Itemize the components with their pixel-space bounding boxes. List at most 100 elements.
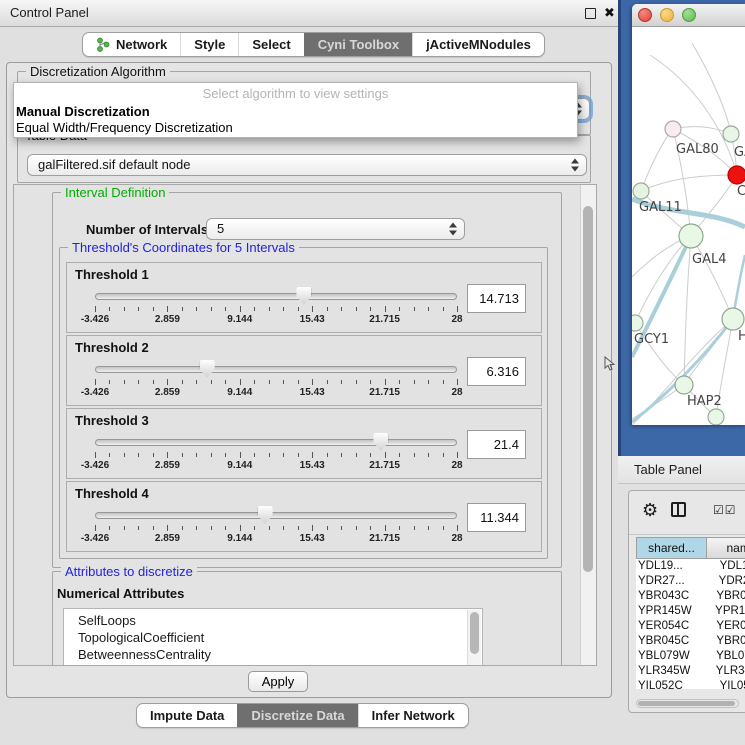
network-window: GAL80GACGAL11GAL4HGCY1HAP2 bbox=[632, 4, 745, 425]
threshold-value-field[interactable]: 6.316 bbox=[467, 357, 526, 386]
tick-label: 9.144 bbox=[210, 460, 270, 471]
cell-shared-name[interactable]: YER054C bbox=[636, 619, 707, 634]
table-row[interactable]: YER054CYER054C bbox=[636, 619, 745, 634]
table-row[interactable]: YDL19...YDL19... bbox=[636, 559, 745, 574]
close-traffic-light-icon[interactable] bbox=[638, 8, 652, 22]
cell-name[interactable]: YBR043C bbox=[707, 589, 745, 604]
tab-jactivemnodules[interactable]: jActiveMNodules bbox=[412, 33, 544, 56]
interval-definition-group-title: Interval Definition bbox=[61, 185, 169, 200]
table-row[interactable]: YDR27...YDR27... bbox=[636, 574, 745, 589]
algorithm-option-equal-width[interactable]: Equal Width/Frequency Discretization bbox=[16, 120, 233, 135]
threshold-slider-thumb[interactable] bbox=[200, 360, 215, 378]
select-columns-checkboxes-icon[interactable]: ☑☑ bbox=[713, 503, 737, 517]
network-node[interactable] bbox=[708, 409, 724, 425]
algorithm-option-manual[interactable]: Manual Discretization bbox=[16, 104, 150, 119]
cyni-toolbox-page: Discretization Algorithm Table Data galF… bbox=[6, 62, 612, 698]
threshold-slider-track[interactable] bbox=[95, 366, 457, 373]
tick-label: 28 bbox=[427, 387, 487, 398]
table-row[interactable]: YPR145WYPR145W bbox=[636, 604, 745, 619]
threshold-slider-track[interactable] bbox=[95, 512, 457, 519]
table-row[interactable]: YBR043CYBR043C bbox=[636, 589, 745, 604]
threshold-slider-thumb[interactable] bbox=[373, 433, 388, 451]
tab-impute-data[interactable]: Impute Data bbox=[137, 704, 237, 727]
table-row[interactable]: YBL079WYBL079W bbox=[636, 649, 745, 664]
network-node-label: GCY1 bbox=[634, 332, 669, 347]
close-icon[interactable]: ✖ bbox=[604, 4, 615, 22]
attribute-item[interactable]: BetweennessCentrality bbox=[64, 646, 482, 663]
columns-icon[interactable] bbox=[671, 502, 686, 517]
threshold-slider-track[interactable] bbox=[95, 439, 457, 446]
attributes-list-scrollbar[interactable] bbox=[467, 610, 481, 666]
threshold-slider-thumb[interactable] bbox=[296, 287, 311, 305]
table-row[interactable]: YLR345WYLR345W bbox=[636, 664, 745, 679]
attributes-group-title: Attributes to discretize bbox=[61, 564, 197, 579]
tick-label: -3.426 bbox=[65, 533, 125, 544]
cell-name[interactable]: YLR345W bbox=[707, 664, 745, 679]
table-body[interactable]: YDL19...YDL19...YDR27...YDR27...YBR043CY… bbox=[636, 559, 745, 689]
threshold-value-field[interactable]: 21.4 bbox=[467, 430, 526, 459]
network-node[interactable] bbox=[675, 376, 693, 394]
gear-icon[interactable]: ⚙ bbox=[642, 500, 658, 520]
network-node[interactable] bbox=[728, 166, 745, 184]
cell-shared-name[interactable]: YIL052C bbox=[636, 679, 707, 689]
table-data-combobox-value: galFiltered.sif default node bbox=[38, 157, 190, 172]
cell-name[interactable]: YDL19... bbox=[707, 559, 745, 574]
tick-label: 21.715 bbox=[355, 387, 415, 398]
cell-name[interactable]: YBR045C bbox=[707, 634, 745, 649]
network-node-label: C bbox=[737, 184, 745, 199]
tick-label: 21.715 bbox=[355, 314, 415, 325]
attribute-item[interactable]: TopologicalCoefficient bbox=[64, 629, 482, 646]
attribute-item[interactable]: SelfLoops bbox=[64, 612, 482, 629]
tab-label: Network bbox=[116, 37, 167, 52]
threshold-label: Threshold 4 bbox=[75, 486, 149, 501]
tab-select[interactable]: Select bbox=[238, 33, 303, 56]
numerical-attributes-list[interactable]: SelfLoopsTopologicalCoefficientBetweenne… bbox=[63, 608, 483, 666]
cell-shared-name[interactable]: YBR045C bbox=[636, 634, 707, 649]
tab-style[interactable]: Style bbox=[180, 33, 238, 56]
network-node[interactable] bbox=[632, 315, 643, 331]
threshold-slider-thumb[interactable] bbox=[258, 506, 273, 524]
settings-vertical-scrollbar[interactable] bbox=[580, 185, 596, 665]
cell-shared-name[interactable]: YDL19... bbox=[636, 559, 707, 574]
network-node[interactable] bbox=[633, 183, 649, 199]
network-node[interactable] bbox=[665, 121, 681, 137]
cell-name[interactable]: YDR27... bbox=[707, 574, 745, 589]
table-row[interactable]: YIL052CYIL052C bbox=[636, 679, 745, 689]
tab-cyni-toolbox[interactable]: Cyni Toolbox bbox=[304, 33, 412, 56]
threshold-value-field[interactable]: 14.713 bbox=[467, 284, 526, 313]
cell-name[interactable]: YER054C bbox=[707, 619, 745, 634]
apply-button[interactable]: Apply bbox=[248, 671, 308, 692]
tick-label: 2.859 bbox=[137, 314, 197, 325]
zoom-traffic-light-icon[interactable] bbox=[682, 8, 696, 22]
threshold-panel: Threshold 3 -3.4262.8599.14415.4321.7152… bbox=[66, 408, 542, 479]
table-data-group: Table Data galFiltered.sif default node bbox=[17, 135, 591, 183]
network-node[interactable] bbox=[722, 308, 744, 330]
tab-network[interactable]: Network bbox=[83, 33, 180, 56]
cell-shared-name[interactable]: YDR27... bbox=[636, 574, 707, 589]
network-node[interactable] bbox=[679, 224, 703, 248]
threshold-panel: Threshold 1 -3.4262.8599.14415.4321.7152… bbox=[66, 262, 542, 333]
tick-label: 2.859 bbox=[137, 460, 197, 471]
threshold-slider-track[interactable] bbox=[95, 293, 457, 300]
table-data-combobox[interactable]: galFiltered.sif default node bbox=[27, 154, 587, 176]
column-header-name[interactable]: name bbox=[707, 537, 745, 559]
network-node[interactable] bbox=[723, 126, 739, 142]
number-of-intervals-combobox[interactable]: 5 bbox=[206, 218, 465, 240]
column-header-shared-name[interactable]: shared... bbox=[636, 537, 707, 559]
table-row[interactable]: YBR045CYBR045C bbox=[636, 634, 745, 649]
cell-shared-name[interactable]: YBL079W bbox=[636, 649, 707, 664]
cell-name[interactable]: YBL079W bbox=[707, 649, 745, 664]
cell-shared-name[interactable]: YLR345W bbox=[636, 664, 707, 679]
threshold-value-field[interactable]: 11.344 bbox=[467, 503, 526, 532]
network-canvas[interactable]: GAL80GACGAL11GAL4HGCY1HAP2 bbox=[632, 27, 745, 425]
tab-discretize-data[interactable]: Discretize Data bbox=[237, 704, 357, 727]
cell-shared-name[interactable]: YBR043C bbox=[636, 589, 707, 604]
cell-name[interactable]: YIL052C bbox=[707, 679, 745, 689]
minimize-traffic-light-icon[interactable] bbox=[660, 8, 674, 22]
threshold-label: Threshold 1 bbox=[75, 267, 149, 282]
table-horizontal-scrollbar[interactable] bbox=[636, 699, 739, 708]
cell-shared-name[interactable]: YPR145W bbox=[636, 604, 707, 619]
tab-infer-network[interactable]: Infer Network bbox=[358, 704, 468, 727]
float-window-icon[interactable] bbox=[585, 8, 596, 19]
cell-name[interactable]: YPR145W bbox=[707, 604, 745, 619]
